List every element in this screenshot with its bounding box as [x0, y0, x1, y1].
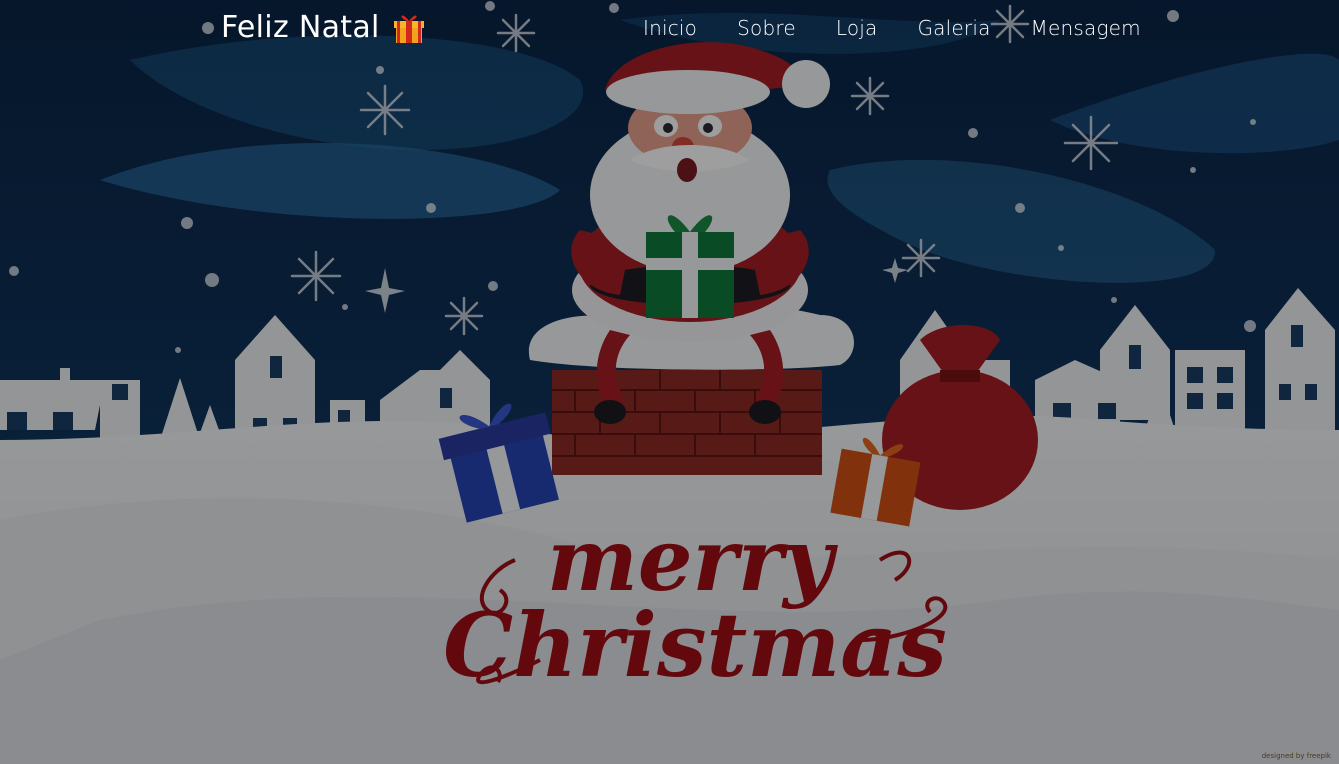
nav-item-sobre: Sobre [737, 16, 796, 40]
nav-item-inicio: Inicio [643, 16, 697, 40]
hero-section: merry Christmas Feliz Natal Inicio Sobre… [0, 0, 1339, 764]
nav-item-loja: Loja [836, 16, 878, 40]
brand-title: Feliz Natal [221, 10, 380, 45]
top-navbar: Feliz Natal Inicio Sobre Loja Galeria Me… [0, 0, 1339, 62]
gift-icon [393, 15, 424, 43]
nav-item-galeria: Galeria [917, 16, 990, 40]
image-credit: designed by freepik [1261, 752, 1331, 760]
nav-link-galeria[interactable]: Galeria [917, 16, 990, 40]
brand-logo-link[interactable]: Feliz Natal [221, 10, 424, 45]
nav-menu: Inicio Sobre Loja Galeria Mensagem [643, 16, 1141, 40]
nav-item-mensagem: Mensagem [1031, 16, 1141, 40]
nav-link-sobre[interactable]: Sobre [737, 16, 796, 40]
christmas-scene-illustration: merry Christmas [0, 0, 1339, 764]
nav-link-mensagem[interactable]: Mensagem [1031, 16, 1141, 40]
nav-link-loja[interactable]: Loja [836, 16, 878, 40]
nav-link-inicio[interactable]: Inicio [643, 16, 697, 40]
greeting-christmas-text: Christmas [443, 593, 947, 697]
